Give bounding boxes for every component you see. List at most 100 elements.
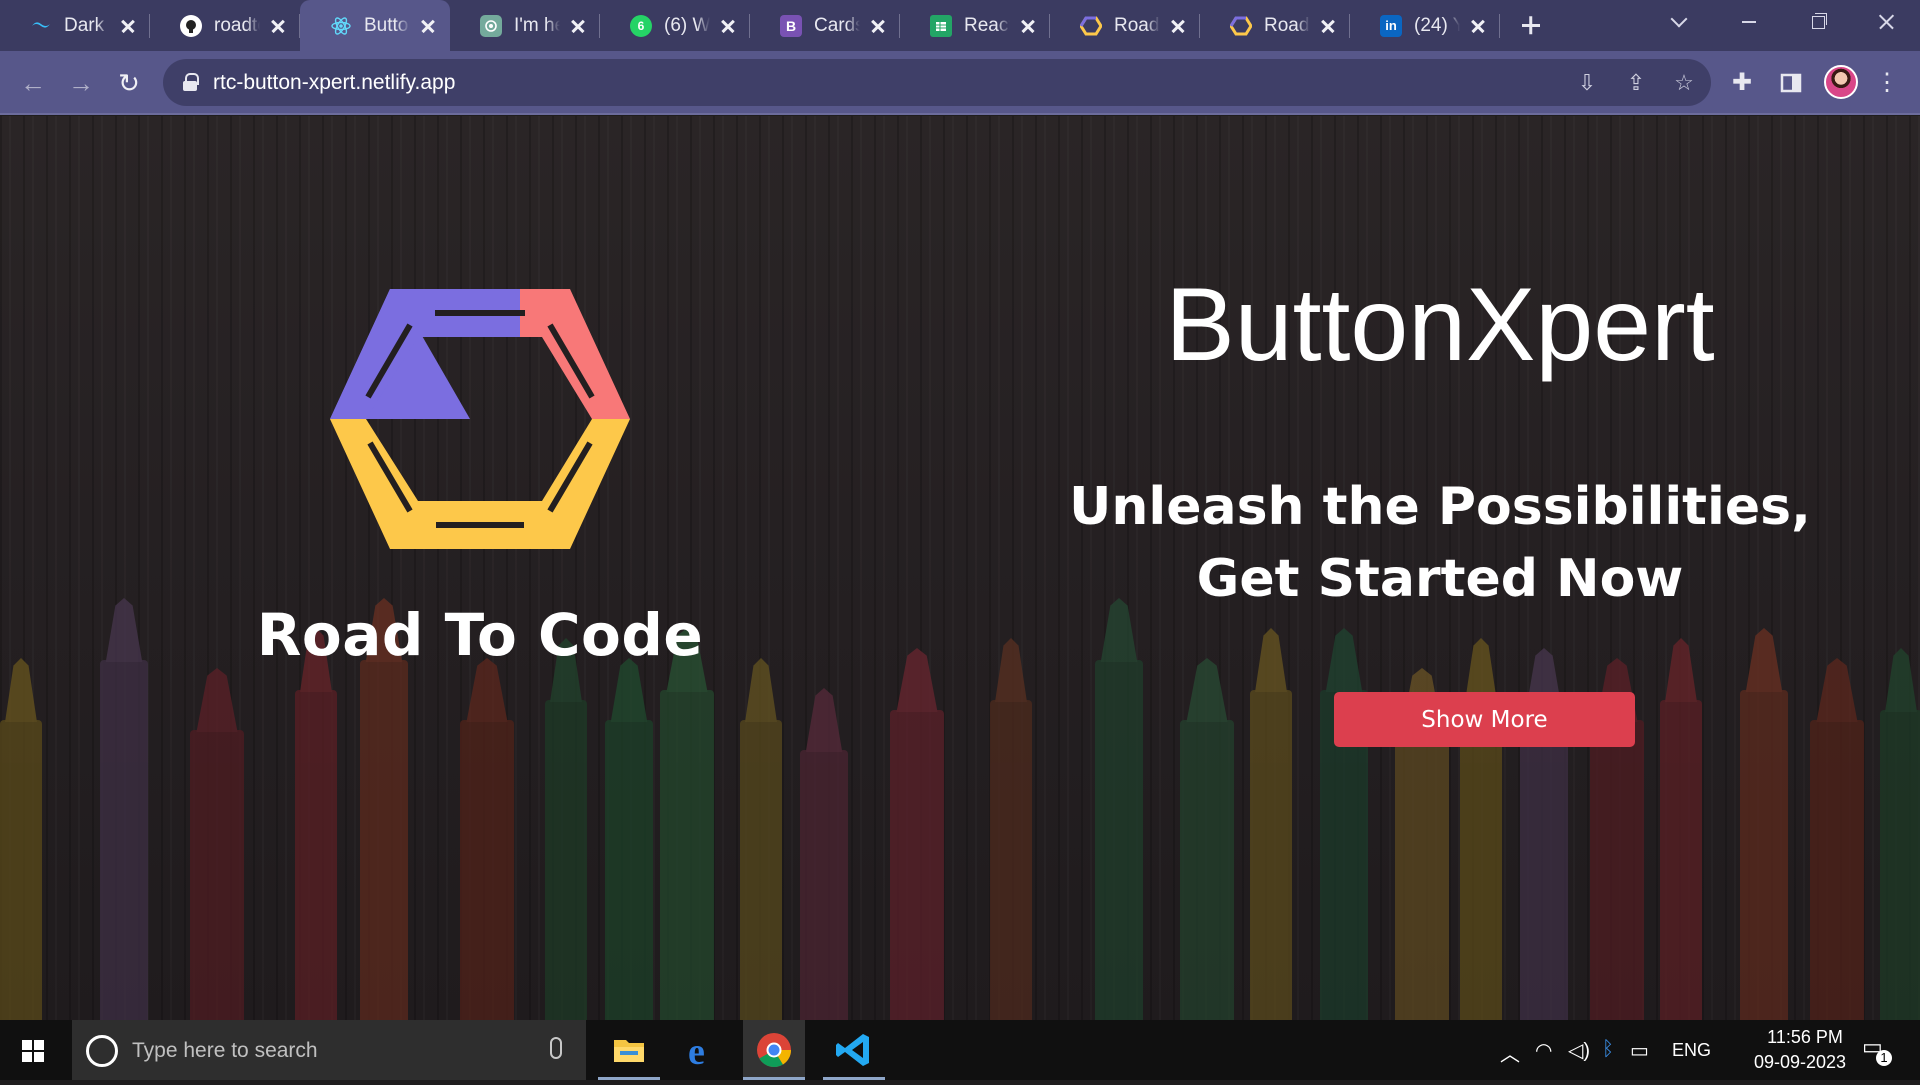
crayon-shape: [1590, 720, 1644, 1020]
install-app-icon[interactable]: ⇩: [1574, 71, 1600, 95]
crayon-shape: [1660, 700, 1702, 1020]
hexagon-icon: [1080, 15, 1102, 37]
crayon-shape: [990, 700, 1032, 1020]
github-icon: [180, 14, 202, 37]
windows-start-icon[interactable]: [0, 1020, 70, 1080]
tab-strip: Dark Mode roadtocode ButtonXpert I'm her…: [0, 0, 1920, 51]
crayon-shape: [800, 750, 848, 1020]
microphone-icon[interactable]: [550, 1037, 562, 1059]
address-bar[interactable]: rtc-button-xpert.netlify.app ⇩ ⇪ ☆: [163, 59, 1711, 106]
close-icon[interactable]: [1318, 16, 1338, 36]
bookmark-star-icon[interactable]: ☆: [1671, 71, 1697, 95]
crayon-shape: [295, 690, 337, 1020]
tab-react-app[interactable]: React App: [900, 0, 1050, 51]
restore-button[interactable]: [1782, 0, 1852, 44]
tab-road-to-code-1[interactable]: Road To Code: [1050, 0, 1200, 51]
crayon-shape: [1740, 690, 1788, 1020]
tab-dark-mode[interactable]: Dark Mode: [0, 0, 150, 51]
tab-chatgpt[interactable]: I'm here: [450, 0, 600, 51]
chrome-icon[interactable]: [743, 1020, 805, 1080]
forward-arrow-icon[interactable]: →: [66, 68, 96, 98]
share-icon[interactable]: ⇪: [1623, 71, 1649, 95]
vscode-icon[interactable]: [823, 1020, 885, 1080]
language-indicator[interactable]: ENG: [1672, 1040, 1711, 1061]
crayon-shape: [740, 720, 782, 1020]
system-tray: ︿ ◠ ◁) ᛒ ▭ ENG 11:56 PM 09-09-2023 ▭ 1: [1490, 1020, 1920, 1080]
close-icon[interactable]: [568, 16, 588, 36]
tab-title: I'm here: [514, 14, 560, 36]
crayon-shape: [545, 700, 587, 1020]
volume-icon[interactable]: ◁): [1568, 1038, 1590, 1063]
svg-text:e: e: [688, 1031, 705, 1073]
page-viewport: Road To Code ButtonXpert Unleash the Pos…: [0, 116, 1920, 1020]
crayon-shape: [605, 720, 653, 1020]
avatar[interactable]: [1824, 65, 1858, 99]
tab-linkedin[interactable]: in (24) Your: [1350, 0, 1500, 51]
tab-title: React App: [964, 14, 1010, 36]
tab-road-to-code-2[interactable]: Road To Code: [1200, 0, 1350, 51]
tab-title: roadtocode: [214, 14, 260, 36]
chevron-up-icon[interactable]: ︿: [1500, 1038, 1520, 1067]
crayon-shape: [1460, 700, 1502, 1020]
close-icon[interactable]: [1468, 16, 1488, 36]
tab-roadtocode-github[interactable]: roadtocode: [150, 0, 300, 51]
taskbar-search[interactable]: Type here to search: [72, 1020, 586, 1080]
lock-icon[interactable]: [183, 73, 199, 91]
extensions-icon[interactable]: ✚: [1727, 68, 1757, 98]
chatgpt-icon: [480, 14, 502, 37]
cortana-icon: [86, 1035, 118, 1067]
tab-whatsapp[interactable]: 6 (6) WhatsApp: [600, 0, 750, 51]
menu-kebab-icon[interactable]: ⋮: [1872, 68, 1902, 98]
side-panel-icon[interactable]: [1776, 68, 1806, 98]
new-tab-button[interactable]: [1510, 0, 1550, 51]
crayon-shape: [1810, 720, 1864, 1020]
wifi-icon[interactable]: ◠: [1535, 1038, 1552, 1063]
crayon-shape: [100, 660, 148, 1020]
notification-count: 1: [1876, 1050, 1892, 1066]
crayon-shape: [1880, 710, 1920, 1020]
road-to-code-logo: [330, 289, 630, 549]
hexagon-icon: [1230, 15, 1252, 37]
whatsapp-icon: 6: [630, 14, 652, 37]
tab-title: Dark Mode: [64, 14, 110, 36]
tailwind-icon: [30, 15, 52, 37]
tab-search-icon[interactable]: [1668, 10, 1692, 34]
close-icon[interactable]: [268, 16, 288, 36]
url-text[interactable]: rtc-button-xpert.netlify.app: [213, 71, 455, 95]
tab-buttonxpert[interactable]: ButtonXpert: [300, 0, 450, 51]
bootstrap-icon: B: [780, 14, 802, 37]
search-input[interactable]: Type here to search: [132, 1039, 318, 1063]
bluetooth-icon[interactable]: ᛒ: [1602, 1038, 1614, 1061]
crayon-shape: [1250, 690, 1292, 1020]
tab-title: Cards: [814, 14, 860, 36]
close-icon[interactable]: [718, 16, 738, 36]
minimize-button[interactable]: [1713, 0, 1783, 44]
close-icon[interactable]: [868, 16, 888, 36]
react-icon: [330, 15, 352, 37]
close-icon[interactable]: [1018, 16, 1038, 36]
back-arrow-icon[interactable]: ←: [18, 68, 48, 98]
battery-icon[interactable]: ▭: [1630, 1038, 1649, 1063]
sheets-icon: [930, 14, 952, 37]
crayon-shape: [0, 720, 42, 1020]
crayon-shape: [360, 660, 408, 1020]
close-icon[interactable]: [1168, 16, 1188, 36]
clock-time[interactable]: 11:56 PM: [1745, 1027, 1865, 1048]
edge-icon[interactable]: e: [672, 1020, 734, 1080]
close-icon[interactable]: [118, 16, 138, 36]
file-explorer-icon[interactable]: [598, 1020, 660, 1080]
clock-date[interactable]: 09-09-2023: [1735, 1052, 1865, 1073]
reload-icon[interactable]: ↻: [114, 68, 144, 98]
tab-title: (6) WhatsApp: [664, 14, 710, 36]
windows-taskbar: Type here to search e ︿ ◠ ◁) ᛒ ▭ ENG 11:…: [0, 1020, 1920, 1080]
tab-title: Road To Code: [1114, 14, 1160, 36]
browser-window: Dark Mode roadtocode ButtonXpert I'm her…: [0, 0, 1920, 1020]
close-window-button[interactable]: [1850, 0, 1920, 44]
linkedin-icon: in: [1380, 14, 1402, 37]
browser-toolbar: ← → ↻ rtc-button-xpert.netlify.app ⇩ ⇪ ☆…: [0, 51, 1920, 115]
page-title: ButtonXpert: [1165, 267, 1715, 383]
close-icon[interactable]: [418, 16, 438, 36]
crayon-shape: [890, 710, 944, 1020]
tab-cards[interactable]: B Cards: [750, 0, 900, 51]
show-more-button[interactable]: Show More: [1334, 692, 1635, 747]
